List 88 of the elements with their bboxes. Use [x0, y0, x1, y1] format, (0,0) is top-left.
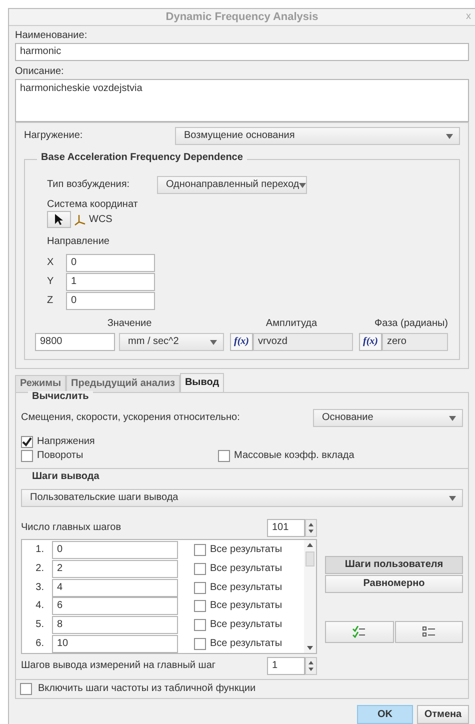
field-label: Система координат [47, 198, 139, 211]
field-label: Направление [47, 236, 110, 248]
clear-all-button[interactable] [394, 621, 463, 643]
checkbox[interactable] [194, 544, 206, 556]
main-steps-field[interactable]: 101 [267, 519, 305, 537]
checkbox[interactable] [194, 582, 206, 594]
group-title: Base Acceleration Frequency Dependence [37, 152, 247, 164]
field-label: Нагружение: [24, 130, 83, 142]
row-number: 5. [34, 619, 45, 632]
tab[interactable]: Режимы [15, 375, 66, 393]
checkbox[interactable] [194, 638, 206, 650]
checked-checkbox[interactable] [21, 436, 33, 448]
row-number: 6. [34, 638, 45, 650]
checked-list-icon [352, 626, 366, 638]
coordinate-system-icon [74, 214, 86, 226]
loading-dropdown[interactable]: Возмущение основания [175, 127, 460, 145]
row-number: 3. [34, 582, 45, 594]
dropdown-arrow-icon [210, 340, 217, 344]
step-field[interactable]: 8 [52, 616, 178, 634]
checkbox[interactable] [194, 600, 206, 612]
dropdown-arrow-icon [449, 496, 456, 500]
tab[interactable]: Предыдущий анализ [66, 375, 180, 393]
per-step-field[interactable]: 1 [267, 657, 305, 675]
step-field[interactable]: 4 [52, 578, 178, 597]
field-label: Наименование: [15, 29, 88, 43]
direction-field[interactable]: 1 [66, 273, 155, 291]
checkbox-label: Включить шаги частоты из табличной функции [38, 683, 256, 695]
checkbox-label: Массовые коэфф. вклада [234, 450, 354, 462]
step-field[interactable]: 2 [52, 560, 178, 578]
column-label: Амплитуда [266, 318, 318, 330]
magnitude-field[interactable]: 9800 [35, 333, 115, 351]
cancel-button[interactable]: Отмена [417, 705, 469, 724]
step-field[interactable]: 0 [52, 541, 178, 560]
checkbox-label: Все результаты [210, 563, 282, 575]
dropdown-arrow-icon [449, 416, 456, 420]
spinner-arrows-icon[interactable] [305, 657, 317, 675]
checkbox[interactable] [194, 563, 206, 575]
tab[interactable]: Вывод [180, 373, 224, 393]
checkbox-label: Напряжения [37, 436, 95, 448]
checkbox-label: Все результаты [210, 582, 282, 594]
unchecked-list-icon [422, 626, 436, 638]
field-label: Шагов вывода измерений на главный шаг [21, 660, 216, 672]
checkbox[interactable] [20, 683, 32, 695]
function-button[interactable]: f(x) [230, 333, 253, 351]
step-mode-button[interactable]: Шаги пользователя [325, 556, 463, 574]
coordinate-system-name: WCS [89, 214, 112, 226]
row-number: 4. [34, 600, 45, 612]
field-label: Смещения, скорости, ускорения относительно: [21, 412, 240, 424]
direction-field[interactable]: 0 [66, 254, 155, 272]
relative-dropdown[interactable]: Основание [313, 409, 463, 427]
scrollbar[interactable] [304, 540, 316, 653]
field-label: Описание: [15, 65, 65, 79]
field-label: Тип возбуждения: [47, 179, 131, 191]
function-field[interactable]: vrvozd [253, 333, 353, 351]
function-field[interactable]: zero [382, 333, 448, 351]
select-button[interactable] [47, 211, 71, 228]
checkbox[interactable] [218, 450, 230, 462]
axis-label: X [47, 257, 55, 269]
cursor-icon [55, 214, 63, 225]
steps-mode-dropdown[interactable]: Пользовательские шаги вывода [21, 489, 463, 507]
checkbox-label: Повороты [37, 450, 84, 462]
axis-label: Y [47, 276, 55, 288]
column-label: Фаза (радианы) [374, 318, 448, 330]
step-field[interactable]: 6 [52, 597, 178, 616]
column-label: Значение [107, 318, 152, 330]
row-number: 1. [34, 544, 45, 556]
direction-field[interactable]: 0 [66, 292, 155, 310]
checkbox-label: Все результаты [210, 619, 282, 632]
dropdown-arrow-icon [446, 134, 453, 138]
step-field[interactable]: 10 [52, 634, 178, 653]
field-label: Число главных шагов [21, 522, 122, 534]
window-title: Dynamic Frequency Analysis [166, 11, 318, 23]
function-button[interactable]: f(x) [359, 333, 382, 351]
checkbox-label: Все результаты [210, 600, 282, 612]
checkbox[interactable] [21, 450, 33, 462]
dropdown-arrow-icon [299, 182, 306, 188]
checkbox-label: Все результаты [210, 544, 282, 556]
step-mode-button[interactable]: Равномерно [325, 575, 463, 593]
axis-label: Z [47, 295, 54, 307]
checkbox[interactable] [194, 619, 206, 632]
ok-button[interactable]: OK [357, 705, 413, 724]
excitation-dropdown[interactable]: Однонаправленный переход [157, 176, 307, 194]
spinner-arrows-icon[interactable] [305, 519, 317, 537]
units-dropdown[interactable]: mm / sec^2 [119, 333, 224, 351]
row-number: 2. [34, 563, 45, 575]
checkbox-label: Все результаты [210, 638, 282, 650]
description-field[interactable]: harmonicheskie vozdejstvia [15, 79, 469, 122]
name-field[interactable]: harmonic [15, 43, 469, 61]
